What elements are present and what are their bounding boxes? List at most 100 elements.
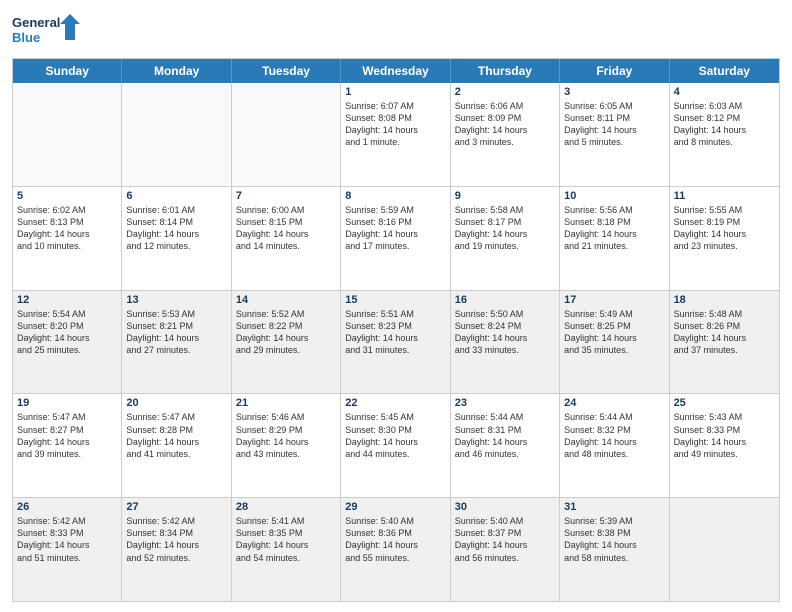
calendar-cell: 23Sunrise: 5:44 AMSunset: 8:31 PMDayligh… <box>451 394 560 497</box>
cell-line: and 23 minutes. <box>674 240 775 252</box>
cell-line: Sunset: 8:16 PM <box>345 216 445 228</box>
calendar-cell: 27Sunrise: 5:42 AMSunset: 8:34 PMDayligh… <box>122 498 231 601</box>
cell-line: Daylight: 14 hours <box>564 539 664 551</box>
cell-line: and 43 minutes. <box>236 448 336 460</box>
calendar-cell: 11Sunrise: 5:55 AMSunset: 8:19 PMDayligh… <box>670 187 779 290</box>
cell-line: Sunset: 8:14 PM <box>126 216 226 228</box>
cell-line: Daylight: 14 hours <box>126 228 226 240</box>
cell-line: and 29 minutes. <box>236 344 336 356</box>
cell-line: and 41 minutes. <box>126 448 226 460</box>
day-number: 3 <box>564 86 664 98</box>
cell-line: Sunrise: 5:45 AM <box>345 411 445 423</box>
calendar-header-cell: Friday <box>560 59 669 83</box>
day-number: 13 <box>126 294 226 306</box>
cell-line: Sunrise: 5:46 AM <box>236 411 336 423</box>
cell-line: Sunrise: 5:43 AM <box>674 411 775 423</box>
day-number: 15 <box>345 294 445 306</box>
cell-line: Sunrise: 5:50 AM <box>455 308 555 320</box>
calendar-cell: 13Sunrise: 5:53 AMSunset: 8:21 PMDayligh… <box>122 291 231 394</box>
cell-line: Daylight: 14 hours <box>17 539 117 551</box>
calendar-header-cell: Thursday <box>451 59 560 83</box>
calendar-cell: 26Sunrise: 5:42 AMSunset: 8:33 PMDayligh… <box>13 498 122 601</box>
day-number: 10 <box>564 190 664 202</box>
day-number: 25 <box>674 397 775 409</box>
day-number: 8 <box>345 190 445 202</box>
day-number: 4 <box>674 86 775 98</box>
day-number: 18 <box>674 294 775 306</box>
cell-line: Sunrise: 5:47 AM <box>126 411 226 423</box>
calendar-cell: 14Sunrise: 5:52 AMSunset: 8:22 PMDayligh… <box>232 291 341 394</box>
day-number: 16 <box>455 294 555 306</box>
cell-line: and 54 minutes. <box>236 552 336 564</box>
cell-line: Daylight: 14 hours <box>674 124 775 136</box>
calendar-cell: 25Sunrise: 5:43 AMSunset: 8:33 PMDayligh… <box>670 394 779 497</box>
cell-line: Sunset: 8:22 PM <box>236 320 336 332</box>
cell-line: Sunrise: 6:07 AM <box>345 100 445 112</box>
calendar-cell: 21Sunrise: 5:46 AMSunset: 8:29 PMDayligh… <box>232 394 341 497</box>
cell-line: and 46 minutes. <box>455 448 555 460</box>
cell-line: Daylight: 14 hours <box>564 332 664 344</box>
day-number: 1 <box>345 86 445 98</box>
cell-line: and 31 minutes. <box>345 344 445 356</box>
cell-line: Daylight: 14 hours <box>236 436 336 448</box>
calendar-cell <box>122 83 231 186</box>
cell-line: Daylight: 14 hours <box>455 539 555 551</box>
day-number: 29 <box>345 501 445 513</box>
cell-line: and 48 minutes. <box>564 448 664 460</box>
calendar-cell <box>13 83 122 186</box>
cell-line: and 12 minutes. <box>126 240 226 252</box>
day-number: 5 <box>17 190 117 202</box>
cell-line: and 37 minutes. <box>674 344 775 356</box>
day-number: 17 <box>564 294 664 306</box>
cell-line: Sunrise: 5:44 AM <box>564 411 664 423</box>
calendar-cell: 30Sunrise: 5:40 AMSunset: 8:37 PMDayligh… <box>451 498 560 601</box>
cell-line: Daylight: 14 hours <box>564 436 664 448</box>
cell-line: and 3 minutes. <box>455 136 555 148</box>
cell-line: Sunset: 8:38 PM <box>564 527 664 539</box>
cell-line: Daylight: 14 hours <box>345 228 445 240</box>
calendar-row: 19Sunrise: 5:47 AMSunset: 8:27 PMDayligh… <box>13 394 779 498</box>
cell-line: and 25 minutes. <box>17 344 117 356</box>
day-number: 6 <box>126 190 226 202</box>
calendar-cell: 5Sunrise: 6:02 AMSunset: 8:13 PMDaylight… <box>13 187 122 290</box>
calendar-body: 1 Sunrise: 6:07 AMSunset: 8:08 PM Daylight… <box>13 83 779 601</box>
cell-line: Daylight: 14 hours <box>674 228 775 240</box>
cell-line: and 49 minutes. <box>674 448 775 460</box>
calendar-header-cell: Tuesday <box>232 59 341 83</box>
calendar-header: SundayMondayTuesdayWednesdayThursdayFrid… <box>13 59 779 83</box>
cell-line: Sunset: 8:11 PM <box>564 112 664 124</box>
cell-line: and 39 minutes. <box>17 448 117 460</box>
calendar-header-cell: Saturday <box>670 59 779 83</box>
cell-line: Sunrise: 5:41 AM <box>236 515 336 527</box>
cell-line: Sunset: 8:20 PM <box>17 320 117 332</box>
page: General Blue SundayMondayTuesdayWednesda… <box>0 0 792 612</box>
cell-line: Sunset: 8:33 PM <box>674 424 775 436</box>
cell-line: Sunrise: 5:48 AM <box>674 308 775 320</box>
cell-line: Daylight: 14 hours <box>455 124 555 136</box>
calendar-cell: 9Sunrise: 5:58 AMSunset: 8:17 PMDaylight… <box>451 187 560 290</box>
calendar-cell: 31Sunrise: 5:39 AMSunset: 8:38 PMDayligh… <box>560 498 669 601</box>
calendar-cell: 4Sunrise: 6:03 AMSunset: 8:12 PMDaylight… <box>670 83 779 186</box>
cell-line: and 27 minutes. <box>126 344 226 356</box>
cell-line: Sunset: 8:37 PM <box>455 527 555 539</box>
cell-line: Daylight: 14 hours <box>455 332 555 344</box>
calendar-cell: 15Sunrise: 5:51 AMSunset: 8:23 PMDayligh… <box>341 291 450 394</box>
cell-line: Daylight: 14 hours <box>126 436 226 448</box>
cell-line: Daylight: 14 hours <box>126 332 226 344</box>
cell-line: Sunrise: 5:53 AM <box>126 308 226 320</box>
calendar-row: 1 Sunrise: 6:07 AMSunset: 8:08 PM Daylight… <box>13 83 779 187</box>
cell-line: Sunset: 8:18 PM <box>564 216 664 228</box>
cell-line: Daylight: 14 hours <box>455 228 555 240</box>
cell-line: Sunset: 8:28 PM <box>126 424 226 436</box>
calendar-cell: 24Sunrise: 5:44 AMSunset: 8:32 PMDayligh… <box>560 394 669 497</box>
cell-line: Daylight: 14 hours <box>236 228 336 240</box>
cell-line: Sunrise: 5:59 AM <box>345 204 445 216</box>
cell-line: Sunset: 8:08 PM <box>345 112 445 124</box>
cell-line: and 51 minutes. <box>17 552 117 564</box>
cell-line: Sunset: 8:23 PM <box>345 320 445 332</box>
calendar-header-cell: Sunday <box>13 59 122 83</box>
cell-line: and 56 minutes. <box>455 552 555 564</box>
cell-line: and 33 minutes. <box>455 344 555 356</box>
cell-line: and 5 minutes. <box>564 136 664 148</box>
day-number: 31 <box>564 501 664 513</box>
